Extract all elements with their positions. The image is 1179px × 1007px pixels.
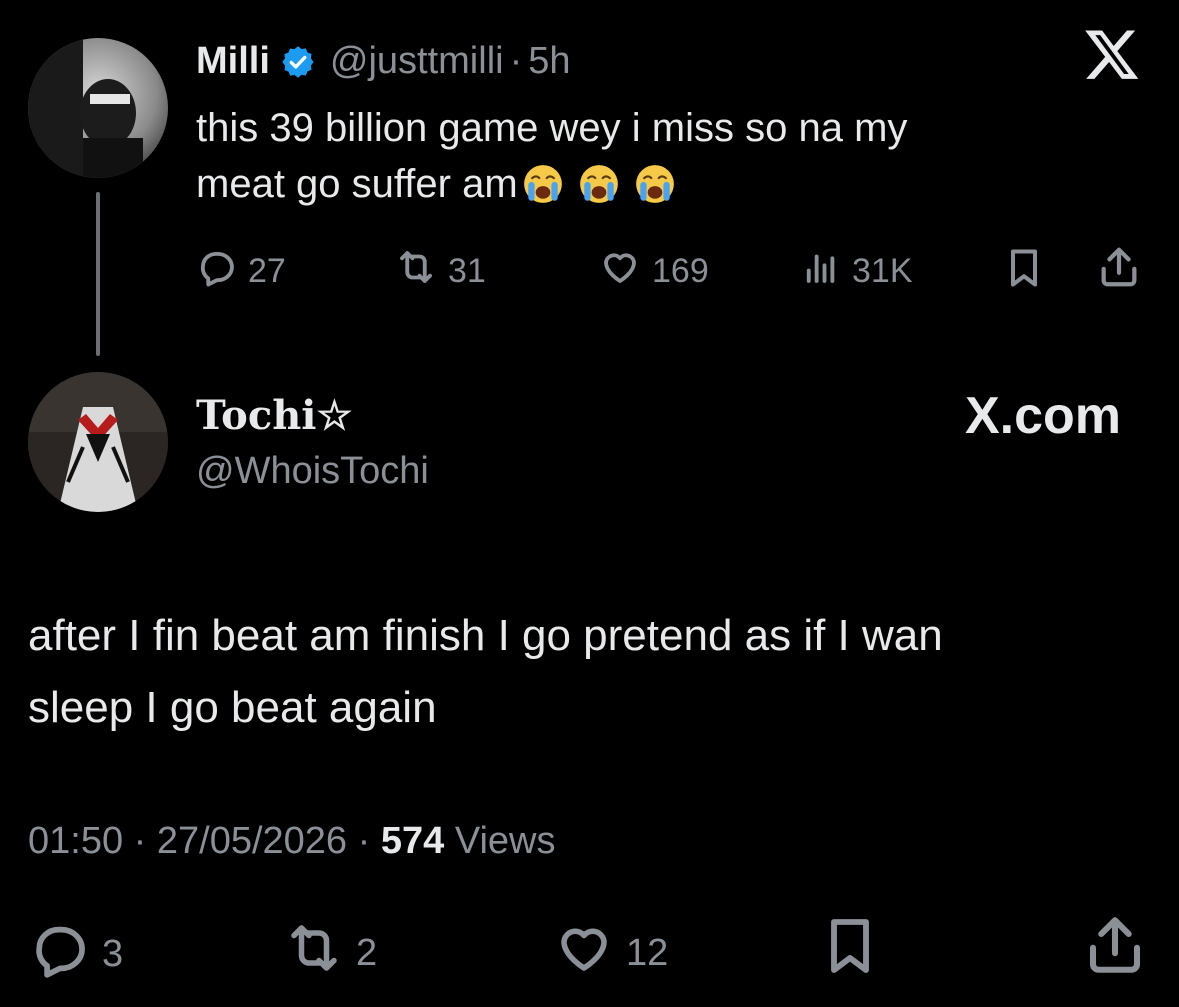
reply-count: 3 — [102, 932, 124, 975]
views-button[interactable]: 31K — [800, 246, 913, 297]
reply-icon — [196, 246, 238, 297]
post-date[interactable]: 27/05/2026 — [157, 820, 347, 862]
x-com-label: X.com — [964, 387, 1121, 445]
reply-author-handle[interactable]: @WhoisTochi — [196, 450, 429, 493]
reply-count: 27 — [248, 252, 286, 290]
like-count: 12 — [626, 931, 669, 974]
repost-button[interactable]: 31 — [394, 246, 486, 297]
loudly-crying-face-icon — [578, 163, 620, 205]
reply-text-line2: sleep I go beat again — [28, 683, 437, 732]
views-label: Views — [454, 820, 556, 862]
share-button[interactable] — [1096, 244, 1142, 299]
author-handle[interactable]: @justtmilli — [330, 40, 504, 83]
tweet-text-line1: this 39 billion game wey i miss so na my — [196, 106, 908, 150]
separator-dot: · — [357, 820, 381, 862]
verified-badge-icon — [280, 44, 316, 80]
separator-dot: · — [133, 820, 157, 862]
reply-meta: 01:50 · 27/05/2026 · 574 Views — [28, 820, 556, 863]
repost-icon — [282, 918, 346, 988]
author-name[interactable]: Milli — [196, 40, 270, 83]
thread-connector-line — [96, 192, 100, 356]
bookmark-icon — [1002, 246, 1046, 299]
reply-button[interactable]: 27 — [196, 246, 286, 297]
loudly-crying-face-icon — [634, 163, 676, 205]
tweet-text-line2: meat go suffer am — [196, 156, 1126, 212]
repost-count: 31 — [448, 252, 486, 290]
post-time[interactable]: 5h — [528, 40, 570, 83]
share-icon — [1096, 244, 1142, 299]
bookmark-button[interactable] — [1002, 246, 1046, 299]
bookmark-button[interactable] — [818, 914, 882, 987]
tochi-avatar[interactable] — [28, 372, 168, 512]
separator-dot: · — [509, 40, 523, 82]
repost-button[interactable]: 2 — [282, 918, 377, 988]
x-logo-icon — [1083, 22, 1141, 98]
bookmark-icon — [818, 914, 882, 987]
reply-author-name[interactable]: Tochi☆ — [196, 392, 352, 439]
like-count: 169 — [652, 252, 709, 290]
repost-count: 2 — [356, 931, 378, 974]
like-button[interactable]: 12 — [552, 918, 668, 988]
top-tweet-header: Milli @justtmilli · 5h — [196, 40, 571, 83]
bar-chart-icon — [800, 246, 842, 297]
loudly-crying-face-icon — [522, 163, 564, 205]
view-count: 31K — [852, 252, 913, 290]
heart-icon — [552, 918, 616, 988]
reply-icon — [28, 918, 92, 990]
like-button[interactable]: 169 — [598, 246, 709, 297]
share-icon — [1082, 912, 1148, 987]
share-button[interactable] — [1082, 912, 1148, 987]
top-tweet-text: this 39 billion game wey i miss so na my… — [196, 100, 1126, 212]
reply-tweet-text: after I fin beat am finish I go pretend … — [28, 600, 1158, 744]
post-time[interactable]: 01:50 — [28, 820, 123, 862]
heart-icon — [598, 246, 642, 297]
reply-text-line1: after I fin beat am finish I go pretend … — [28, 611, 943, 660]
repost-icon — [394, 246, 438, 297]
views-count: 574 — [380, 820, 445, 862]
milli-avatar[interactable] — [28, 38, 168, 178]
reply-button[interactable]: 3 — [28, 918, 123, 990]
